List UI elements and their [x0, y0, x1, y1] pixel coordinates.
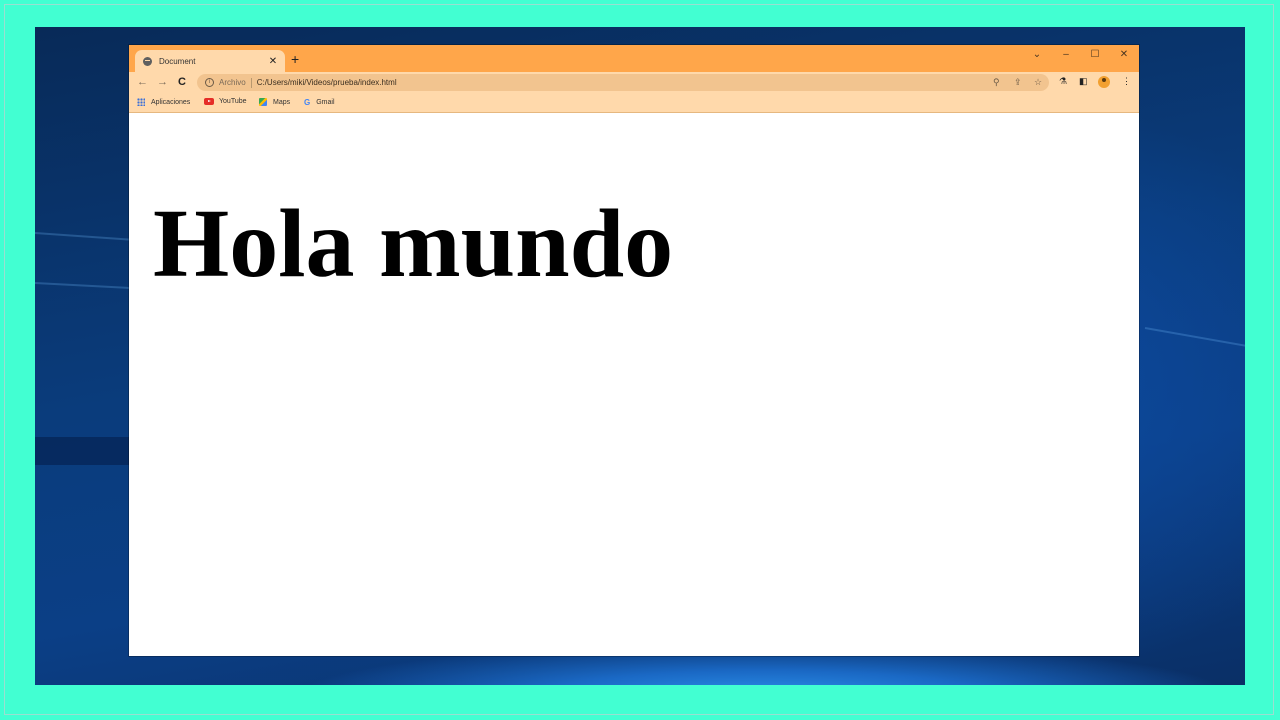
youtube-icon: [204, 98, 214, 105]
bookmark-label: Maps: [273, 98, 291, 106]
title-bar: Document ✕ + ⌄ – ☐ ✕: [129, 45, 1139, 72]
tab-title: Document: [159, 56, 196, 66]
toolbar: ← → C i Archivo C:/Users/miki/Videos/pru…: [129, 72, 1139, 93]
minimize-button[interactable]: –: [1056, 48, 1076, 62]
back-button[interactable]: ←: [137, 75, 148, 89]
bookmark-label: YouTube: [219, 98, 247, 105]
apps-grid-icon: [137, 98, 145, 106]
url-text[interactable]: C:/Users/miki/Videos/prueba/index.html: [257, 78, 397, 87]
browser-window: Document ✕ + ⌄ – ☐ ✕ ← → C i Archivo C:/…: [129, 45, 1139, 656]
bookmark-maps[interactable]: Maps: [259, 98, 290, 106]
bookmark-label: Gmail: [316, 99, 335, 106]
bookmark-star-icon[interactable]: ☆: [1034, 77, 1042, 88]
reload-button[interactable]: C: [178, 75, 186, 89]
browser-tab[interactable]: Document ✕: [135, 50, 285, 72]
bookmark-aplicaciones[interactable]: Aplicaciones: [137, 98, 190, 106]
extensions-icon[interactable]: ⚗: [1059, 76, 1067, 87]
wallpaper-band: [35, 437, 135, 465]
forward-button[interactable]: →: [157, 75, 168, 89]
address-bar[interactable]: i Archivo C:/Users/miki/Videos/prueba/in…: [197, 74, 1049, 91]
tab-search-button[interactable]: ⌄: [1027, 48, 1047, 62]
side-panel-icon[interactable]: ◧: [1079, 76, 1088, 87]
site-info-icon[interactable]: i: [205, 78, 214, 87]
bookmark-youtube[interactable]: YouTube: [204, 98, 247, 105]
maximize-button[interactable]: ☐: [1085, 48, 1105, 62]
share-icon[interactable]: ⇪: [1014, 77, 1022, 88]
bookmark-label: Aplicaciones: [151, 98, 191, 106]
menu-icon[interactable]: ⋮: [1122, 76, 1131, 87]
globe-icon: [143, 56, 152, 66]
divider: [250, 77, 252, 88]
bookmark-gmail[interactable]: G Gmail: [304, 98, 335, 107]
close-icon[interactable]: ✕: [267, 56, 279, 67]
scheme-label: Archivo: [219, 78, 246, 87]
zoom-icon[interactable]: ⚲: [993, 77, 1000, 88]
maps-icon: [259, 98, 267, 106]
google-g-icon: G: [304, 98, 311, 107]
bookmarks-bar: Aplicaciones YouTube Maps G Gmail: [129, 93, 1139, 113]
profile-avatar-icon[interactable]: [1098, 76, 1110, 88]
page-content: Hola mundo: [129, 114, 1139, 656]
wallpaper-streak: [1144, 327, 1245, 350]
page-heading: Hola mundo: [153, 190, 674, 298]
new-tab-button[interactable]: +: [291, 51, 299, 67]
close-window-button[interactable]: ✕: [1114, 48, 1134, 62]
